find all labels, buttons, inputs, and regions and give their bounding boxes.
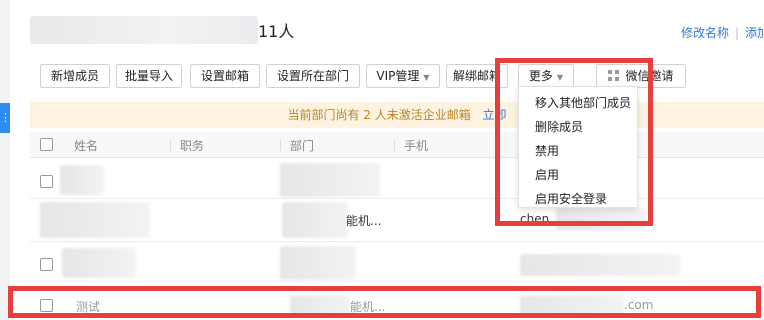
- phone-redacted: [520, 254, 680, 276]
- batch-import-button[interactable]: 批量导入: [116, 64, 182, 88]
- department-redacted: [280, 163, 380, 197]
- column-phone: 手机: [404, 139, 429, 153]
- department-redacted: [282, 202, 348, 238]
- rename-link[interactable]: 修改名称: [681, 26, 729, 40]
- set-mailbox-button[interactable]: 设置邮箱: [190, 64, 260, 88]
- add-link[interactable]: 添加: [745, 26, 764, 40]
- column-department: 部门: [290, 139, 315, 153]
- column-name: 姓名: [74, 139, 99, 153]
- header-links: 修改名称 | 添加: [681, 24, 764, 41]
- row-separator: [30, 198, 764, 199]
- highlight-box-menu: [495, 58, 653, 226]
- table-header: 姓名 职务 部门 手机: [30, 132, 764, 158]
- sidebar-toggle-handle[interactable]: ⋮: [0, 103, 11, 133]
- department-redacted: [280, 246, 356, 280]
- notice-text: 当前部门尚有 2 人未激活企业邮箱: [287, 108, 471, 122]
- name-redacted: [40, 202, 150, 238]
- add-member-button[interactable]: 新增成员: [40, 64, 110, 88]
- column-divider: [280, 139, 281, 151]
- left-sidebar-strip: [0, 0, 10, 320]
- highlight-box-row: [8, 286, 761, 318]
- select-all-checkbox[interactable]: [40, 138, 53, 151]
- row-checkbox[interactable]: [40, 175, 53, 188]
- set-department-button[interactable]: 设置所在部门: [266, 64, 360, 88]
- avatar-redacted: [60, 165, 104, 195]
- column-divider: [170, 139, 171, 151]
- department-cell: 能机...: [346, 214, 382, 228]
- row-separator: [30, 241, 764, 242]
- caret-down-icon: ▼: [423, 73, 430, 82]
- vip-manage-button[interactable]: VIP管理 ▼: [366, 64, 440, 88]
- department-name-redacted: [30, 16, 258, 44]
- column-divider: [394, 139, 395, 151]
- dots-icon: ⋮: [0, 111, 11, 124]
- row-checkbox[interactable]: [40, 258, 53, 271]
- column-title: 职务: [180, 139, 205, 153]
- link-separator: |: [735, 26, 740, 40]
- avatar-redacted: [62, 248, 136, 278]
- member-count: 11人: [258, 22, 295, 41]
- inactive-mailbox-notice: 当前部门尚有 2 人未激活企业邮箱 立即: [30, 102, 764, 128]
